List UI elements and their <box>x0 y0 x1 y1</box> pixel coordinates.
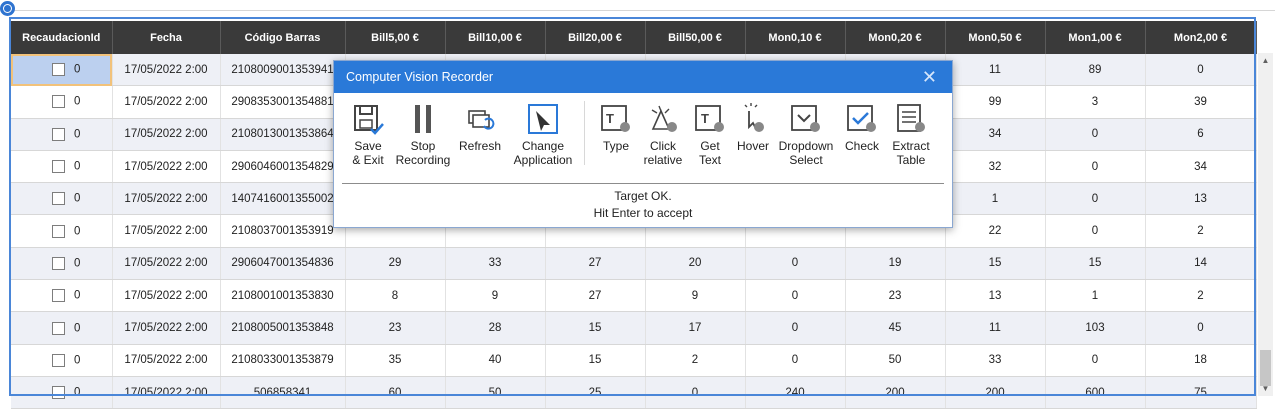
computer-vision-recorder-dialog: Computer Vision Recorder ✕ Save & Exit S… <box>333 60 953 228</box>
save-icon <box>354 105 384 135</box>
toolbar-separator <box>584 101 585 165</box>
extract-label: Extract <box>892 139 930 153</box>
click-relative-icon <box>651 105 677 132</box>
vertical-scrollbar[interactable]: ▲ ▼ <box>1258 53 1273 396</box>
stop-icon <box>415 105 431 133</box>
change-app-label: Change <box>521 139 565 153</box>
recorder-toolbar: Save & Exit Stop Recording Refresh Chang… <box>334 93 952 177</box>
dropdown-select-button[interactable]: Dropdown Select <box>778 103 834 167</box>
target-icon <box>0 1 15 16</box>
hover-icon <box>744 103 764 132</box>
click-label: Click <box>650 139 676 153</box>
scroll-up-icon[interactable]: ▲ <box>1258 53 1273 68</box>
click-relative-button[interactable]: Click relative <box>640 103 686 167</box>
cursor-icon <box>528 104 558 134</box>
type-icon: T <box>601 105 630 132</box>
get-text-label-2: Text <box>698 153 721 167</box>
close-icon[interactable]: ✕ <box>922 61 937 93</box>
type-button[interactable]: T Type <box>598 103 634 153</box>
recorder-title-bar[interactable]: Computer Vision Recorder ✕ <box>334 61 952 93</box>
get-text-button[interactable]: T Get Text <box>692 103 728 167</box>
stop-label: Stop <box>410 139 436 153</box>
refresh-icon <box>468 110 495 130</box>
get-text-icon: T <box>695 105 724 132</box>
refresh-button[interactable]: Refresh <box>458 103 502 153</box>
recorder-divider <box>342 183 944 184</box>
top-input-strip <box>10 0 1275 11</box>
hover-label: Hover <box>736 139 769 153</box>
stop-recording-button[interactable]: Stop Recording <box>393 103 453 167</box>
dropdown-label: Dropdown <box>778 139 834 153</box>
click-label-2: relative <box>643 153 683 167</box>
stop-label-2: Recording <box>395 153 451 167</box>
svg-text:T: T <box>701 111 709 126</box>
save-exit-button[interactable]: Save & Exit <box>348 103 388 167</box>
extract-table-icon <box>897 104 925 132</box>
dropdown-icon <box>791 105 820 132</box>
check-label: Check <box>844 139 879 153</box>
extract-table-button[interactable]: Extract Table <box>889 103 933 167</box>
change-app-label-2: Application <box>513 153 573 167</box>
check-button[interactable]: Check <box>844 103 880 153</box>
save-exit-label: Save <box>354 139 382 153</box>
status-line-2: Hit Enter to accept <box>593 206 693 220</box>
save-exit-label-2: & Exit <box>352 153 384 167</box>
dropdown-label-2: Select <box>789 153 823 167</box>
refresh-label: Refresh <box>458 139 502 153</box>
check-icon <box>847 105 876 132</box>
svg-text:T: T <box>606 111 614 126</box>
status-line-1: Target OK. <box>614 189 672 203</box>
change-application-button[interactable]: Change Application <box>510 103 576 167</box>
extract-label-2: Table <box>896 153 926 167</box>
hover-button[interactable]: Hover <box>734 103 772 153</box>
recorder-title: Computer Vision Recorder <box>346 70 494 84</box>
type-label: Type <box>602 139 629 153</box>
get-text-label: Get <box>700 139 720 153</box>
scroll-down-icon[interactable]: ▼ <box>1258 381 1273 396</box>
